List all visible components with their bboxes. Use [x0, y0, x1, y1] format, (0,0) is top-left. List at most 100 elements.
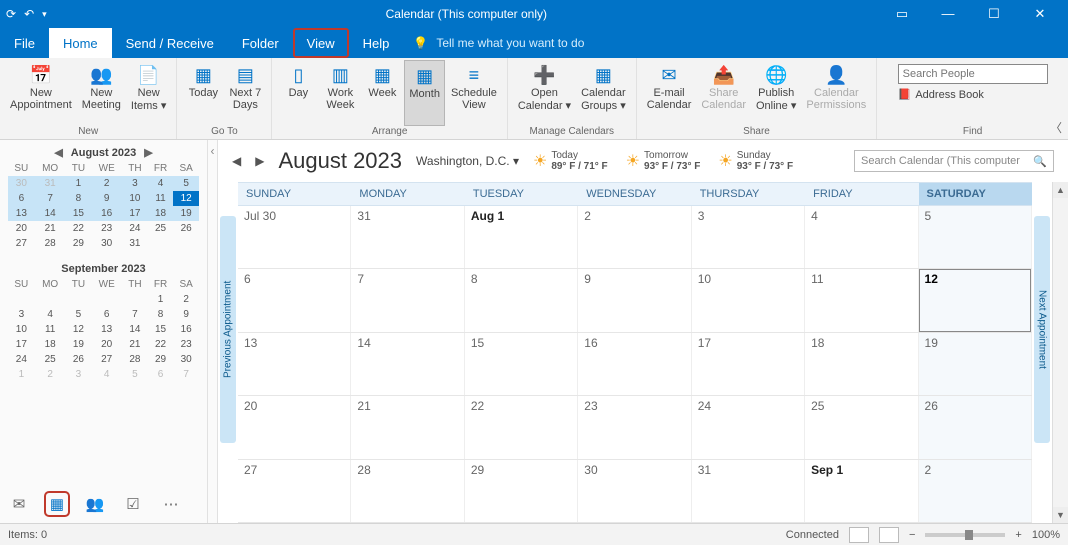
- mini-prev-month-icon[interactable]: ◀: [54, 146, 62, 159]
- mini-day[interactable]: 2: [173, 292, 199, 307]
- mini-day[interactable]: 11: [35, 322, 66, 337]
- mini-day[interactable]: 2: [35, 367, 66, 382]
- tasks-icon[interactable]: ☑: [122, 493, 144, 515]
- mini-day[interactable]: 12: [66, 322, 92, 337]
- day-cell[interactable]: 12: [919, 269, 1032, 331]
- month-view-button[interactable]: ▦Month: [404, 60, 445, 126]
- mail-icon[interactable]: ✉: [8, 493, 30, 515]
- mini-day[interactable]: [66, 292, 92, 307]
- calendar-icon[interactable]: ▦: [46, 493, 68, 515]
- mini-day[interactable]: 19: [66, 337, 92, 352]
- location-selector[interactable]: Washington, D.C. ▾: [416, 154, 519, 168]
- mini-day[interactable]: 27: [8, 236, 35, 251]
- zoom-out-icon[interactable]: −: [909, 529, 915, 541]
- day-cell[interactable]: 28: [351, 460, 464, 522]
- day-cell[interactable]: 29: [465, 460, 578, 522]
- people-icon[interactable]: 👥: [84, 493, 106, 515]
- mini-day[interactable]: 20: [91, 337, 122, 352]
- mini-day[interactable]: 5: [66, 307, 92, 322]
- mini-day[interactable]: 15: [66, 206, 92, 221]
- new-meeting-button[interactable]: 👥New Meeting: [78, 60, 125, 126]
- day-cell[interactable]: 11: [805, 269, 918, 331]
- new-items-button[interactable]: 📄New Items ▾: [127, 60, 170, 126]
- share-calendar-button[interactable]: 📤Share Calendar: [697, 60, 750, 126]
- tab-file[interactable]: File: [0, 28, 49, 58]
- mini-day[interactable]: 14: [35, 206, 66, 221]
- mini-day[interactable]: 3: [122, 176, 148, 191]
- day-cell[interactable]: 9: [578, 269, 691, 331]
- email-calendar-button[interactable]: ✉E-mail Calendar: [643, 60, 696, 126]
- day-cell[interactable]: 15: [465, 333, 578, 395]
- mini-day[interactable]: 28: [122, 352, 148, 367]
- more-icon[interactable]: ⋯: [160, 493, 182, 515]
- mini-day[interactable]: 25: [148, 221, 174, 236]
- day-cell[interactable]: 24: [692, 396, 805, 458]
- mini-day[interactable]: 6: [8, 191, 35, 206]
- search-people-input[interactable]: [898, 64, 1048, 84]
- mini-day[interactable]: 11: [148, 191, 174, 206]
- mini-day[interactable]: [173, 236, 199, 251]
- mini-day[interactable]: 22: [148, 337, 174, 352]
- search-calendar-input[interactable]: Search Calendar (This computer🔍: [854, 150, 1054, 172]
- mini-day[interactable]: 21: [122, 337, 148, 352]
- next-month-icon[interactable]: ▶: [255, 154, 264, 168]
- mini-day[interactable]: 24: [8, 352, 35, 367]
- normal-view-icon[interactable]: [849, 527, 869, 543]
- day-cell[interactable]: Aug 1: [465, 206, 578, 268]
- mini-day[interactable]: 3: [66, 367, 92, 382]
- mini-day[interactable]: 1: [148, 292, 174, 307]
- tab-home[interactable]: Home: [49, 28, 112, 58]
- mini-day[interactable]: 29: [148, 352, 174, 367]
- close-icon[interactable]: ✕: [1024, 6, 1056, 22]
- mini-day[interactable]: 30: [8, 176, 35, 191]
- mini-day[interactable]: 15: [148, 322, 174, 337]
- mini-day[interactable]: 8: [148, 307, 174, 322]
- day-cell[interactable]: 16: [578, 333, 691, 395]
- mini-day[interactable]: 28: [35, 236, 66, 251]
- mini-day[interactable]: 10: [8, 322, 35, 337]
- scroll-up-icon[interactable]: ▲: [1053, 182, 1068, 198]
- schedule-view-button[interactable]: ≡Schedule View: [447, 60, 501, 126]
- day-cell[interactable]: 20: [238, 396, 351, 458]
- day-view-button[interactable]: ▯Day: [278, 60, 318, 126]
- minimize-icon[interactable]: —: [932, 6, 964, 22]
- calendar-groups-button[interactable]: ▦Calendar Groups ▾: [577, 60, 630, 126]
- mini-day[interactable]: 7: [35, 191, 66, 206]
- mini-day[interactable]: 25: [35, 352, 66, 367]
- mini-day[interactable]: 27: [91, 352, 122, 367]
- search-icon[interactable]: 🔍: [1033, 155, 1047, 168]
- day-cell[interactable]: Jul 30: [238, 206, 351, 268]
- mini-day[interactable]: 4: [148, 176, 174, 191]
- mini-day[interactable]: 5: [122, 367, 148, 382]
- mini-day[interactable]: [122, 292, 148, 307]
- day-cell[interactable]: 5: [919, 206, 1032, 268]
- mini-day[interactable]: 23: [173, 337, 199, 352]
- mini-day[interactable]: 14: [122, 322, 148, 337]
- day-cell[interactable]: 25: [805, 396, 918, 458]
- mini-day[interactable]: 22: [66, 221, 92, 236]
- mini-day[interactable]: 8: [66, 191, 92, 206]
- mini-day[interactable]: 4: [35, 307, 66, 322]
- day-cell[interactable]: 14: [351, 333, 464, 395]
- tab-view[interactable]: View: [293, 28, 349, 58]
- day-cell[interactable]: 8: [465, 269, 578, 331]
- open-calendar-button[interactable]: ➕Open Calendar ▾: [514, 60, 575, 126]
- mini-day[interactable]: 9: [91, 191, 122, 206]
- qat-send-receive-icon[interactable]: ⟳: [6, 7, 16, 21]
- mini-day[interactable]: 30: [173, 352, 199, 367]
- mini-day[interactable]: 20: [8, 221, 35, 236]
- publish-online-button[interactable]: 🌐Publish Online ▾: [752, 60, 800, 126]
- new-appointment-button[interactable]: 📅New Appointment: [6, 60, 76, 126]
- scroll-down-icon[interactable]: ▼: [1053, 507, 1068, 523]
- mini-day[interactable]: [148, 236, 174, 251]
- zoom-in-icon[interactable]: +: [1015, 529, 1021, 541]
- mini-day[interactable]: 18: [35, 337, 66, 352]
- mini-day[interactable]: 6: [148, 367, 174, 382]
- sidebar-collapse-handle[interactable]: ‹: [208, 140, 218, 523]
- prev-month-icon[interactable]: ◀: [232, 154, 241, 168]
- day-cell[interactable]: 31: [351, 206, 464, 268]
- day-cell[interactable]: 17: [692, 333, 805, 395]
- scrollbar[interactable]: ▲ ▼: [1052, 182, 1068, 523]
- mini-day[interactable]: [35, 292, 66, 307]
- day-cell[interactable]: 21: [351, 396, 464, 458]
